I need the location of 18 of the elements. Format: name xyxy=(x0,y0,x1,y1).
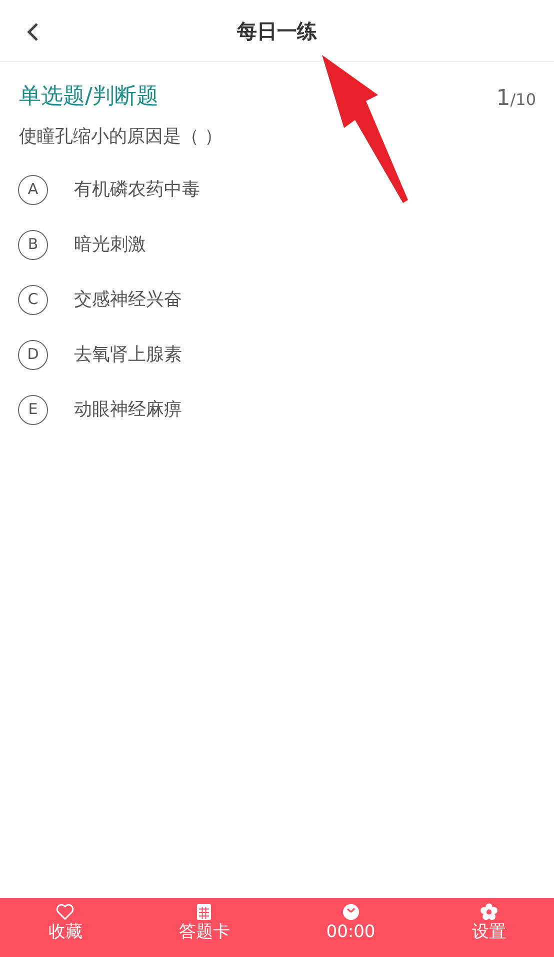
clock-icon xyxy=(340,902,361,922)
settings-icon xyxy=(478,902,499,922)
question-type: 单选题/判断题 xyxy=(19,83,158,111)
option-letter: D xyxy=(18,340,48,370)
answer-option[interactable]: B 暗光刺激 xyxy=(0,217,554,272)
answer-option[interactable]: D 去氧肾上腺素 xyxy=(0,327,554,382)
heart-icon xyxy=(55,902,76,922)
question-text: 使瞳孔缩小的原因是（ ） xyxy=(18,125,224,149)
question-number: 1 xyxy=(496,85,510,113)
answer-option[interactable]: E 动眼神经麻痹 xyxy=(0,382,554,437)
option-letter: B xyxy=(18,230,48,260)
option-letter: A xyxy=(18,174,48,204)
option-letter: E xyxy=(18,394,48,424)
option-letter: C xyxy=(18,284,48,314)
question-total: /10 xyxy=(510,89,536,111)
page-title: 每日一练 xyxy=(237,18,317,44)
answer-option[interactable]: C 交感神经兴奋 xyxy=(0,272,554,327)
back-icon xyxy=(26,22,40,42)
